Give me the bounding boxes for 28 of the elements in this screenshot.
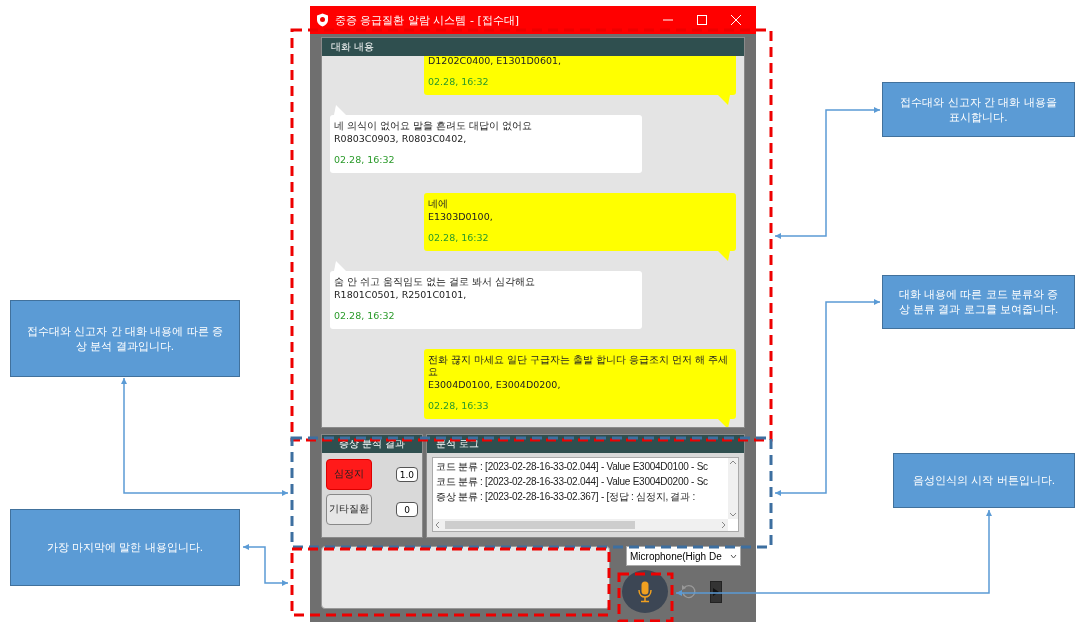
symptom-score: 1.0: [395, 467, 418, 482]
log-line: 코드 분류 : [2023-02-28-16-33-02.044] - Value E3004D0100 - Sc: [436, 461, 709, 473]
message-text: 네 의식이 없어요 말을 흔려도 대답이 없어요: [334, 120, 534, 132]
message-text: 네에: [428, 198, 449, 210]
message-codes: R0803C0903, R0803C0402,: [334, 133, 468, 145]
callout-note: 접수대와 신고자 간 대화 내용에 따른 증상 분석 결과입니다.: [10, 300, 240, 377]
log-line: 코드 분류 : [2023-02-28-16-33-02.044] - Value E3004D0200 - Sc: [436, 476, 709, 488]
log-line: 증상 분류 : [2023-02-28-16-33-02.367] - [정답 : 심정지, 결과 :: [436, 491, 696, 503]
panel-title: 대화 내용: [322, 38, 744, 56]
window-title: 중증 응급질환 알람 시스템 - [접수대]: [335, 12, 521, 28]
symptom-button[interactable]: 심정지: [326, 459, 372, 490]
callout-note: 대화 내용에 따른 코드 분류와 증상 분류 결과 로그를 보여줍니다.: [882, 275, 1075, 329]
symptom-score: 0: [396, 502, 418, 517]
message-codes: R1801C0501, R2501C0101,: [334, 289, 468, 301]
callout-note: 가장 마지막에 말한 내용입니다.: [10, 509, 240, 586]
message-time: 02.28, 16:33: [428, 400, 490, 412]
message-text: 전화 끊지 마세요 일단 구급자는 출발 합니다 응급조치 먼저 해 주세요: [428, 354, 730, 378]
message-text: 숨 안 쉬고 움직임도 없는 걸로 봐서 심각해요: [334, 276, 537, 288]
message-codes: D1202C0400, E1301D0601,: [428, 56, 563, 67]
message-time: 02.28, 16:32: [428, 76, 490, 88]
message-codes: E3004D0100, E3004D0200,: [428, 379, 562, 391]
message-codes: E1303D0100,: [428, 211, 494, 223]
message-time: 02.28, 16:32: [334, 154, 396, 166]
callout-note: 접수대와 신고자 간 대화 내용을 표시합니다.: [882, 82, 1075, 137]
callout-note: 음성인식의 시작 버튼입니다.: [893, 453, 1075, 508]
symptom-button[interactable]: 기타질환: [326, 494, 372, 525]
message-time: 02.28, 16:32: [428, 232, 490, 244]
message-time: 02.28, 16:32: [334, 310, 396, 322]
